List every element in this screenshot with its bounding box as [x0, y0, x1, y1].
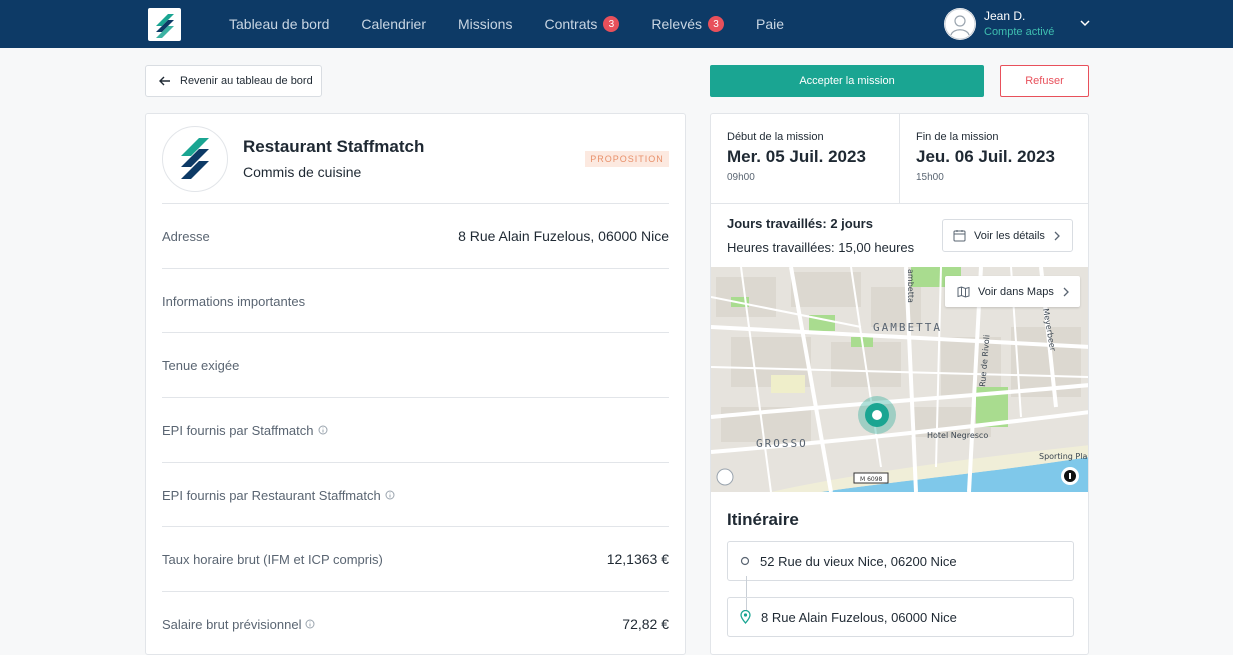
detail-row-tenue[interactable]: Tenue exigée: [162, 332, 669, 397]
chevron-down-icon[interactable]: [1079, 17, 1091, 29]
location-pin-icon: [740, 610, 751, 624]
hours-worked: Heures travaillées: 15,00 heures: [727, 240, 915, 255]
view-in-maps-button[interactable]: Voir dans Maps: [945, 276, 1080, 307]
company-logo: [162, 126, 228, 192]
staffmatch-logo[interactable]: [148, 8, 181, 41]
arrow-left-icon: [159, 76, 170, 86]
info-icon[interactable]: [385, 490, 395, 500]
company-name: Restaurant Staffmatch: [243, 137, 425, 156]
user-menu[interactable]: Jean D. Compte activé: [944, 8, 1054, 40]
itinerary-title: Itinéraire: [727, 510, 799, 529]
detail-row-taux-horaire: Taux horaire brut (IFM et ICP compris) 1…: [162, 526, 669, 591]
info-icon[interactable]: [305, 619, 315, 629]
end-date-label: Fin de la mission: [916, 131, 999, 143]
divider: [899, 114, 900, 203]
mission-details-card: Restaurant Staffmatch Commis de cuisine …: [145, 113, 686, 655]
detail-row-informations[interactable]: Informations importantes: [162, 268, 669, 333]
start-date: Mer. 05 Juil. 2023: [727, 147, 866, 166]
chevron-right-icon: [1063, 287, 1069, 296]
itinerary-origin: 52 Rue du vieux Nice, 06200 Nice: [727, 541, 1074, 581]
user-name: Jean D.: [984, 9, 1026, 23]
nav-tableau-de-bord[interactable]: Tableau de bord: [229, 16, 329, 32]
map-label: ambetta: [906, 269, 915, 303]
main-nav: Tableau de bord Calendrier Missions Cont…: [229, 0, 784, 48]
avatar: [944, 8, 976, 40]
map-label: Hotel Negresco: [927, 431, 988, 440]
top-navigation-bar: Tableau de bord Calendrier Missions Cont…: [0, 0, 1233, 48]
contrats-count-badge: 3: [603, 16, 620, 32]
back-to-dashboard-button[interactable]: Revenir au tableau de bord: [145, 65, 322, 97]
calendar-icon: [953, 230, 966, 242]
detail-row-adresse: Adresse 8 Rue Alain Fuzelous, 06000 Nice: [162, 203, 669, 268]
info-icon[interactable]: [318, 425, 328, 435]
refuse-mission-button[interactable]: Refuser: [1000, 65, 1089, 97]
job-title: Commis de cuisine: [243, 164, 362, 180]
nav-releves[interactable]: Relevés 3: [651, 16, 724, 32]
start-date-label: Début de la mission: [727, 131, 824, 143]
view-details-button[interactable]: Voir les détails: [942, 219, 1073, 252]
status-badge: PROPOSITION: [585, 151, 669, 167]
map-icon: [957, 285, 970, 298]
end-time: 15h00: [916, 172, 944, 183]
days-worked: Jours travaillés: 2 jours: [727, 216, 873, 231]
itinerary-destination: 8 Rue Alain Fuzelous, 06000 Nice: [727, 597, 1074, 637]
end-date: Jeu. 06 Juil. 2023: [916, 147, 1055, 166]
nav-calendrier[interactable]: Calendrier: [361, 16, 426, 32]
releves-count-badge: 3: [708, 16, 724, 32]
schedule-card: Début de la mission Mer. 05 Juil. 2023 0…: [710, 113, 1089, 655]
nav-paie[interactable]: Paie: [756, 16, 784, 32]
nav-missions[interactable]: Missions: [458, 16, 512, 32]
detail-row-epi-staffmatch[interactable]: EPI fournis par Staffmatch: [162, 397, 669, 462]
origin-dot-icon: [740, 556, 750, 566]
map-label: Sporting Pla: [1039, 452, 1087, 461]
map-label: M 6098: [860, 476, 883, 483]
nav-contrats[interactable]: Contrats 3: [544, 16, 620, 32]
detail-row-salaire: Salaire brut prévisionnel 72,82 €: [162, 591, 669, 655]
start-time: 09h00: [727, 172, 755, 183]
divider: [711, 203, 1088, 204]
map-label: GAMBETTA: [873, 321, 942, 334]
user-status: Compte activé: [984, 26, 1055, 38]
accept-mission-button[interactable]: Accepter la mission: [710, 65, 984, 97]
chevron-right-icon: [1054, 231, 1060, 240]
map-label: GROSSO: [756, 437, 808, 450]
detail-row-epi-restaurant[interactable]: EPI fournis par Restaurant Staffmatch: [162, 462, 669, 527]
